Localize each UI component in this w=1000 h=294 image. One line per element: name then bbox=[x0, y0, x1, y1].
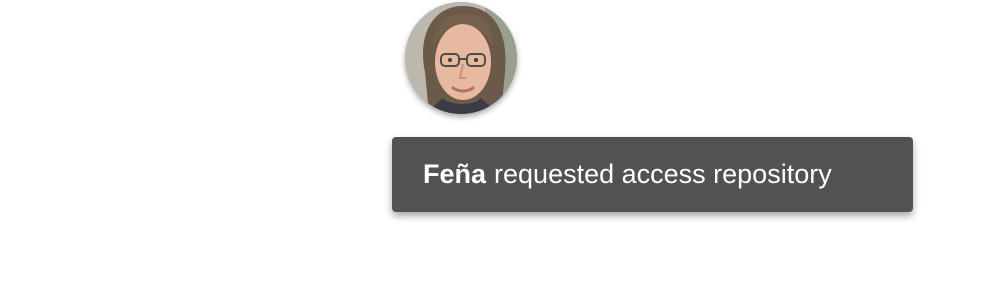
access-request-toast[interactable]: Feña requested access repository bbox=[392, 137, 913, 212]
toast-message: requested access repository bbox=[494, 159, 832, 189]
user-photo-icon bbox=[405, 2, 517, 114]
requesting-user-name: Feña bbox=[423, 159, 487, 189]
notification-area: Feña requested access repository bbox=[0, 0, 1000, 294]
avatar[interactable] bbox=[405, 2, 517, 114]
